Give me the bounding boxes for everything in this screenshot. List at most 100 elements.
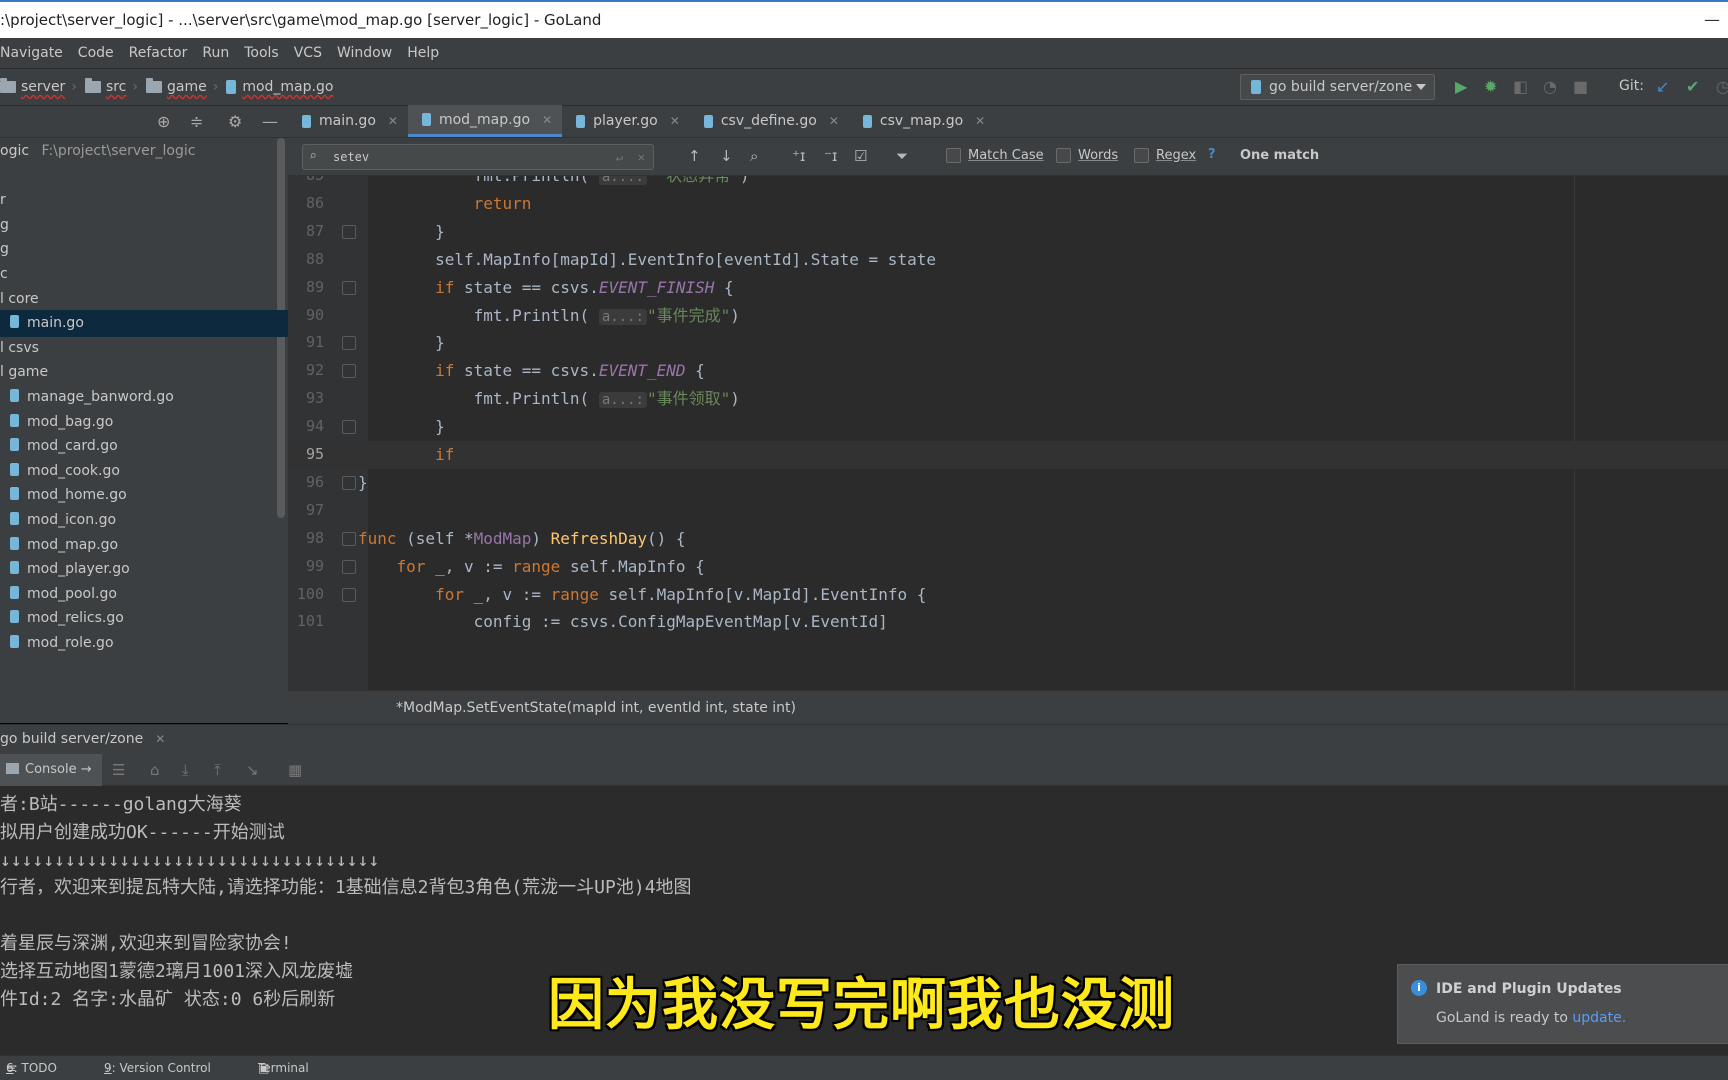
file-item[interactable]: mod_cook.go	[0, 458, 288, 485]
find-input[interactable]: ⌕ setev ↵ ✕	[302, 144, 654, 170]
folder-item[interactable]: g	[0, 212, 288, 239]
menu-item-tools[interactable]: Tools	[244, 45, 279, 61]
folder-item[interactable]: l core	[0, 286, 288, 313]
fold-marker-icon[interactable]	[342, 280, 356, 295]
add-occurrence-icon[interactable]: ⁺ɪ	[792, 147, 806, 165]
remove-occurrence-icon[interactable]: ⁻ɪ	[824, 147, 838, 165]
tab-main-go[interactable]: main.go ✕	[288, 105, 408, 137]
menu-item-code[interactable]: Code	[78, 45, 114, 61]
next-occurrence-icon[interactable]: ↓	[720, 147, 733, 165]
close-icon[interactable]: ✕	[975, 114, 985, 128]
gear-icon[interactable]: ⚙	[228, 112, 242, 131]
previous-occurrence-icon[interactable]: ↑	[688, 147, 701, 165]
file-item[interactable]: mod_icon.go	[0, 507, 288, 534]
token-plain: }	[358, 221, 445, 241]
clear-icon[interactable]: ✕	[638, 145, 645, 169]
update-notification[interactable]: i IDE and Plugin Updates GoLand is ready…	[1397, 964, 1728, 1044]
pin-icon[interactable]: →	[81, 762, 92, 777]
find-all-icon[interactable]: ⌕	[750, 147, 758, 165]
tool-window-terminal[interactable]: ▣ Terminal	[258, 1056, 309, 1080]
restore-layout-icon[interactable]: ⌂	[150, 761, 160, 779]
table-icon[interactable]: ▦	[288, 761, 302, 779]
file-item[interactable]: mod_pool.go	[0, 581, 288, 608]
breadcrumb-item[interactable]: server ›	[0, 78, 77, 95]
download-icon[interactable]: ⤓	[182, 761, 189, 779]
file-item[interactable]: mod_relics.go	[0, 605, 288, 632]
folder-item[interactable]: l csvs	[0, 335, 288, 362]
collapse-all-icon[interactable]: ≑	[190, 112, 203, 131]
file-item[interactable]: mod_role.go	[0, 630, 288, 657]
fold-marker-icon[interactable]	[342, 587, 356, 602]
file-item[interactable]: mod_card.go	[0, 433, 288, 460]
run-icon[interactable]: ▶	[1455, 77, 1467, 96]
fold-marker-icon[interactable]	[342, 475, 356, 490]
tool-window-todo[interactable]: ≡ 6: TODO	[6, 1056, 57, 1080]
menu-icon[interactable]: ☰	[112, 761, 125, 779]
git-commit-icon[interactable]: ✔	[1686, 77, 1699, 96]
close-icon[interactable]: ✕	[155, 732, 165, 746]
close-icon[interactable]: ✕	[388, 114, 398, 128]
console-tab[interactable]: Console →	[0, 754, 102, 786]
folder-item[interactable]: g	[0, 236, 288, 263]
tab-label: mod_map.go	[438, 111, 531, 128]
breadcrumb-item[interactable]: game ›	[146, 78, 218, 95]
words-checkbox[interactable]: Words	[1056, 148, 1118, 163]
git-history-icon[interactable]: ◷	[1716, 77, 1728, 96]
console-line: 选择互动地图1蒙德2璃月1001深入风龙废墟	[0, 960, 354, 982]
menu-item-refactor[interactable]: Refactor	[129, 45, 188, 61]
regex-checkbox[interactable]: Regex	[1134, 148, 1196, 163]
menu-item-window[interactable]: Window	[337, 45, 392, 61]
fold-marker-icon[interactable]	[342, 224, 356, 239]
menu-item-vcs[interactable]: VCS	[294, 45, 322, 61]
minimize-button[interactable]: —	[1704, 2, 1720, 38]
locate-icon[interactable]: ⊕	[157, 112, 170, 131]
match-case-checkbox[interactable]: Match Case	[946, 148, 1044, 163]
project-root[interactable]: ogic F:\project\server_logic	[0, 138, 288, 165]
file-item[interactable]: main.go	[0, 310, 288, 338]
select-all-occurrences-icon[interactable]: ☑	[854, 147, 867, 165]
folder-item[interactable]: c	[0, 261, 288, 288]
file-item[interactable]: mod_bag.go	[0, 409, 288, 436]
stop-icon[interactable]: ■	[1573, 77, 1588, 96]
fold-marker-icon[interactable]	[342, 531, 356, 546]
coverage-icon[interactable]: ◧	[1513, 77, 1528, 96]
step-icon[interactable]: ↘	[246, 761, 259, 779]
file-item[interactable]: manage_banword.go	[0, 384, 288, 411]
regex-help-link[interactable]: ?	[1208, 147, 1216, 162]
debug-icon[interactable]: ✹	[1484, 77, 1497, 96]
run-configuration-select[interactable]: go build server/zone	[1240, 74, 1435, 100]
fold-marker-icon[interactable]	[342, 364, 356, 379]
breadcrumb-item[interactable]: mod_map.go	[226, 79, 333, 95]
file-item[interactable]: mod_player.go	[0, 556, 288, 583]
tab-mod-map-go[interactable]: mod_map.go ✕	[407, 105, 563, 137]
folder-item[interactable]: l game	[0, 359, 288, 386]
menu-item-run[interactable]: Run	[202, 45, 229, 61]
hide-icon[interactable]: —	[262, 112, 278, 131]
close-icon[interactable]: ✕	[829, 114, 839, 128]
tool-window-versioncontrol[interactable]: ⑂ 9: Version Control	[104, 1056, 211, 1080]
folder-item[interactable]: r	[0, 187, 288, 214]
run-tab[interactable]: go build server/zone ✕	[0, 731, 165, 747]
git-update-icon[interactable]: ↙	[1656, 77, 1669, 96]
tab-csv-define-go[interactable]: csv_define.go ✕	[690, 105, 849, 137]
signature-text: *ModMap.SetEventState(mapId int, eventId…	[396, 700, 796, 716]
menu-item-navigate[interactable]: Navigate	[0, 45, 63, 61]
menu-item-help[interactable]: Help	[407, 45, 439, 61]
token-kw: if	[435, 277, 455, 297]
filter-icon[interactable]: ⏷	[896, 147, 908, 165]
breadcrumb-item[interactable]: src ›	[84, 78, 138, 95]
file-item[interactable]: mod_home.go	[0, 482, 288, 509]
tab-csv-map-go[interactable]: csv_map.go ✕	[849, 105, 995, 137]
fold-marker-icon[interactable]	[342, 559, 356, 574]
fold-marker-icon[interactable]	[342, 336, 356, 351]
close-icon[interactable]: ✕	[670, 114, 680, 128]
file-item[interactable]: mod_map.go	[0, 532, 288, 559]
tab-player-go[interactable]: player.go ✕	[562, 105, 690, 137]
fold-marker-icon[interactable]	[342, 420, 356, 435]
code-line: 90 fmt.Println( a...: "事件完成")	[288, 302, 1728, 330]
code-editor[interactable]: 85 fmt.Println( a...: "状态异常")86 return87…	[288, 176, 1728, 690]
profile-icon[interactable]: ◔	[1543, 77, 1557, 96]
close-icon[interactable]: ✕	[542, 113, 552, 127]
update-link[interactable]: update.	[1572, 1010, 1626, 1026]
upload-icon[interactable]: ⤒	[214, 761, 221, 779]
